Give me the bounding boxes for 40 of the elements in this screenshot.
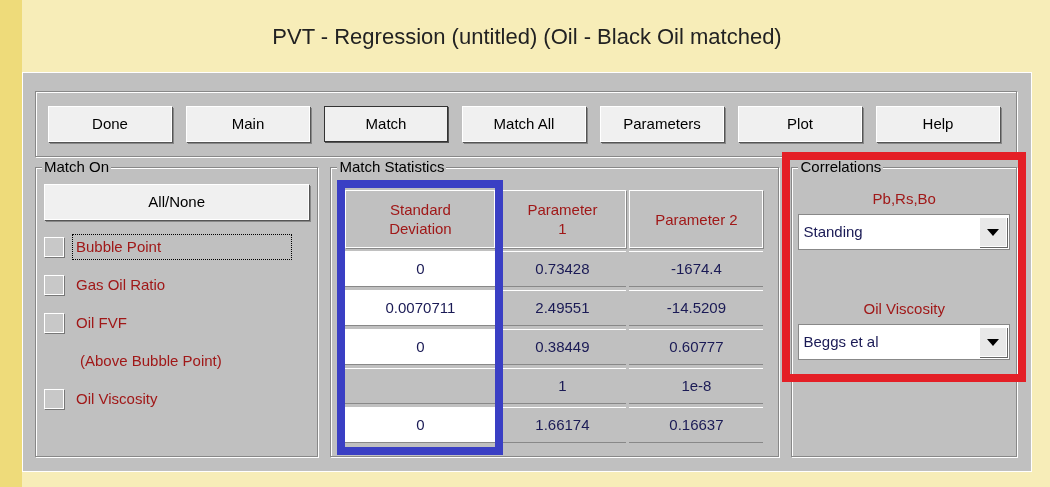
toolbar-button[interactable]: Match All (462, 106, 586, 142)
dropdown[interactable]: Beggs et al (798, 324, 1010, 360)
field-label: Oil Viscosity (862, 299, 946, 319)
checkbox-label[interactable]: Oil Viscosity (72, 385, 162, 413)
table-cell: 1.66174 (498, 407, 627, 443)
value-field[interactable]: 0 (345, 329, 496, 365)
field-label: Pb,Rs,Bo (871, 189, 937, 209)
checkbox[interactable] (44, 389, 64, 409)
checkbox[interactable] (44, 275, 64, 295)
table-cell: 0.38449 (498, 329, 627, 365)
table-cell: 0.73428 (498, 251, 627, 287)
column-header: Parameter 2 (629, 190, 764, 248)
dropdown-arrow-icon (987, 228, 999, 236)
table-cell: -1674.4 (629, 251, 764, 287)
toolbar-button[interactable]: Main (186, 106, 310, 142)
table-cell: 0.16637 (629, 407, 764, 443)
checkbox[interactable] (44, 237, 64, 257)
toolbar-button[interactable]: Done (48, 106, 172, 142)
checkbox[interactable] (44, 313, 64, 333)
toolbar-button[interactable]: Help (876, 106, 1000, 142)
all-none-button[interactable]: All/None (44, 184, 310, 220)
checkbox-label[interactable]: Bubble Point (72, 233, 292, 261)
table-cell: 0.60777 (629, 329, 764, 365)
window-title: PVT - Regression (untitled) (Oil - Black Oil matched) (272, 22, 782, 51)
note-text: (Above Bubble Point) (79, 350, 222, 371)
toolbar-button[interactable]: Parameters (600, 106, 724, 142)
checkbox-label[interactable]: Oil FVF (72, 309, 131, 337)
dropdown-arrow-icon (987, 338, 999, 346)
dropdown[interactable]: Standing (798, 214, 1010, 250)
toolbar-button[interactable]: Match (324, 106, 448, 142)
toolbar-button[interactable]: Plot (738, 106, 862, 142)
value-field[interactable]: 0 (345, 407, 496, 443)
table-cell: 2.49551 (498, 290, 627, 326)
column-header: Standard Deviation (345, 190, 496, 248)
table-cell: 1 (498, 368, 627, 404)
table-cell: 1e-8 (629, 368, 764, 404)
value-field[interactable]: 0 (345, 251, 496, 287)
checkbox-label[interactable]: Gas Oil Ratio (72, 271, 170, 299)
value-field[interactable]: 0.0070711 (345, 290, 496, 326)
table-cell: -14.5209 (629, 290, 764, 326)
